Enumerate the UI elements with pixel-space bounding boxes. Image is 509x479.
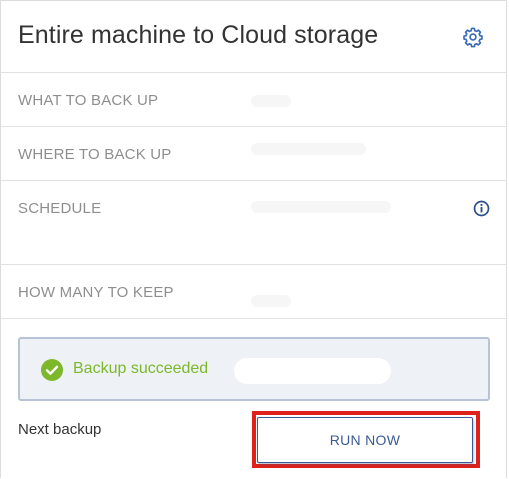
how-many-to-keep-row[interactable]: HOW MANY TO KEEP — [1, 265, 506, 319]
what-to-back-up-value — [251, 95, 291, 107]
how-many-to-keep-value — [251, 295, 291, 307]
check-circle-icon — [41, 359, 63, 381]
info-icon[interactable] — [473, 200, 490, 217]
backup-plan-panel: Entire machine to Cloud storage WHAT TO … — [0, 0, 507, 478]
what-to-back-up-row[interactable]: WHAT TO BACK UP — [1, 73, 506, 127]
run-now-button[interactable]: RUN NOW — [257, 417, 473, 463]
gear-icon[interactable] — [462, 26, 484, 48]
plan-header: Entire machine to Cloud storage — [1, 1, 506, 73]
where-to-back-up-label: WHERE TO BACK UP — [18, 146, 172, 163]
backup-status-box: Backup succeeded — [18, 337, 490, 401]
what-to-back-up-label: WHAT TO BACK UP — [18, 92, 159, 109]
backup-status-detail — [234, 358, 391, 384]
next-backup-label: Next backup — [18, 421, 102, 438]
schedule-label: SCHEDULE — [18, 200, 102, 217]
where-to-back-up-value — [251, 143, 366, 155]
where-to-back-up-row[interactable]: WHERE TO BACK UP — [1, 127, 506, 181]
schedule-value — [251, 201, 391, 213]
plan-title: Entire machine to Cloud storage — [18, 21, 379, 49]
schedule-row[interactable]: SCHEDULE — [1, 181, 506, 265]
backup-status-text: Backup succeeded — [73, 360, 209, 377]
how-many-to-keep-label: HOW MANY TO KEEP — [18, 284, 174, 301]
